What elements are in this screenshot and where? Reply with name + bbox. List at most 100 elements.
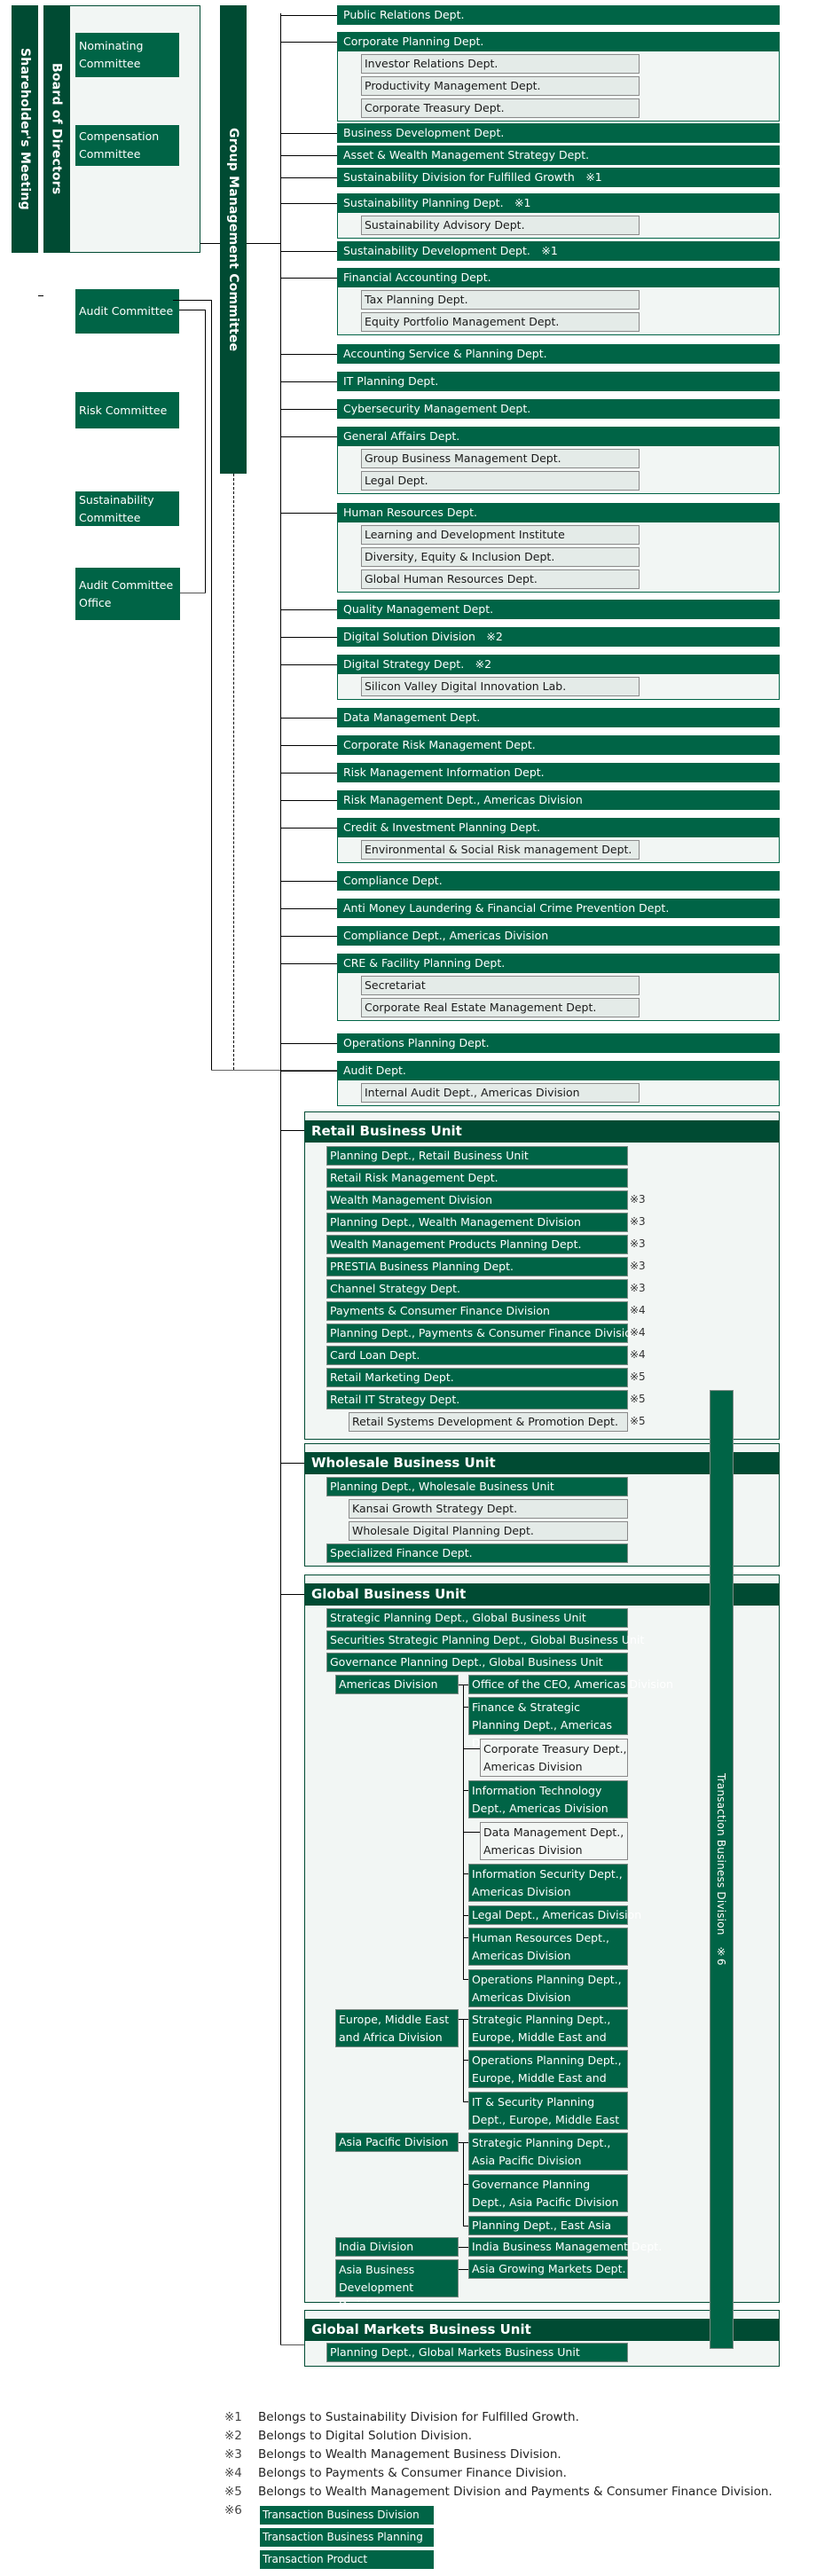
division-dept[interactable]: Legal Dept., Americas Division — [468, 1905, 641, 1925]
sub-dept[interactable]: Group Business Management Dept. — [361, 449, 640, 468]
sustainability-committee[interactable]: Sustainability Committee — [75, 491, 179, 526]
division-dept[interactable]: Governance Planning Dept., Asia Pacific … — [468, 2174, 628, 2212]
sub-dept[interactable]: Diversity, Equity & Inclusion Dept. — [361, 547, 640, 567]
sub-dept[interactable]: Internal Audit Dept., Americas Division — [361, 1083, 640, 1103]
dept-name[interactable]: Digital Solution Division ※2 — [337, 627, 780, 647]
transaction-business-division-bar[interactable]: Transaction Business Division ※6 — [710, 1390, 734, 2349]
unit-dept[interactable]: Card Loan Dept. — [326, 1346, 628, 1365]
unit-dept[interactable]: Securities Strategic Planning Dept., Glo… — [326, 1630, 644, 1650]
dept-name[interactable]: Sustainability Division for Fulfilled Gr… — [337, 168, 780, 187]
dept-name[interactable]: Risk Management Dept., Americas Division — [337, 790, 780, 810]
dept-name[interactable]: Quality Management Dept. — [337, 600, 780, 619]
dept-name[interactable]: Business Development Dept. — [337, 123, 780, 143]
unit-dept[interactable]: Planning Dept., Global Markets Business … — [326, 2343, 628, 2362]
dept-name[interactable]: Cybersecurity Management Dept. — [337, 399, 780, 419]
division-dept[interactable]: Information Technology Dept., Americas D… — [468, 1780, 628, 1818]
unit-dept[interactable]: Wealth Management Products Planning Dept… — [326, 1235, 628, 1254]
division-dept[interactable]: Information Security Dept., Americas Div… — [468, 1864, 628, 1902]
unit-dept[interactable]: Planning Dept., Payments & Consumer Fina… — [326, 1323, 639, 1343]
nominating-committee[interactable]: Nominating Committee — [75, 33, 179, 77]
sub-dept[interactable]: Silicon Valley Digital Innovation Lab. — [361, 677, 640, 696]
unit-dept[interactable]: Planning Dept., Retail Business Unit — [326, 1146, 628, 1166]
dept-name[interactable]: Operations Planning Dept. — [337, 1033, 780, 1053]
dept-name[interactable]: IT Planning Dept. — [337, 372, 780, 391]
transaction-dept-box[interactable]: Transaction Business Division — [260, 2506, 434, 2525]
dept-name[interactable]: Sustainability Planning Dept. ※1 — [337, 193, 780, 213]
dept-name[interactable]: Sustainability Development Dept. ※1 — [337, 241, 780, 261]
sub-dept[interactable]: Equity Portfolio Management Dept. — [361, 312, 640, 332]
unit-dept[interactable]: Strategic Planning Dept., Global Busines… — [326, 1608, 628, 1628]
unit-dept[interactable]: Retail Marketing Dept. — [326, 1368, 628, 1387]
division-dept[interactable]: IT & Security Planning Dept., Europe, Mi… — [468, 2092, 628, 2144]
sub-dept[interactable]: Kansai Growth Strategy Dept. — [349, 1499, 628, 1519]
dept-name[interactable]: Asset & Wealth Management Strategy Dept. — [337, 145, 780, 165]
division-box[interactable]: Europe, Middle East and Africa Division — [335, 2009, 459, 2047]
risk-committee[interactable]: Risk Committee — [75, 392, 179, 428]
dept-name[interactable]: General Affairs Dept. — [337, 427, 780, 446]
dept-name[interactable]: Accounting Service & Planning Dept. — [337, 344, 780, 364]
dept-name[interactable]: Human Resources Dept. — [337, 503, 780, 522]
sub-dept[interactable]: Corporate Real Estate Management Dept. — [361, 998, 640, 1017]
unit-dept[interactable]: Wealth Management Division — [326, 1190, 628, 1210]
division-dept[interactable]: Data Management Dept., Americas Division — [480, 1822, 628, 1860]
dept-item: General Affairs Dept. Group Business Mana… — [337, 427, 780, 494]
transaction-dept-box[interactable]: Transaction Product Development Dept. — [260, 2550, 434, 2576]
division-dept[interactable]: Corporate Treasury Dept., Americas Divis… — [480, 1739, 628, 1777]
transaction-dept-box[interactable]: Transaction Business Planning Dept. — [260, 2528, 434, 2562]
dept-name[interactable]: Risk Management Information Dept. — [337, 763, 780, 782]
compensation-committee[interactable]: Compensation Committee — [75, 125, 179, 166]
shareholders-meeting[interactable]: Shareholder's Meeting — [12, 5, 38, 253]
group-management-committee[interactable]: Group Management Committee — [220, 5, 247, 474]
division-dept[interactable]: Finance & Strategic Planning Dept., Amer… — [468, 1697, 628, 1749]
sub-dept[interactable]: Global Human Resources Dept. — [361, 569, 640, 589]
unit-dept[interactable]: PRESTIA Business Planning Dept. — [326, 1257, 628, 1276]
division-dept[interactable]: Strategic Planning Dept., Europe, Middle… — [468, 2009, 628, 2062]
unit-dept[interactable]: Payments & Consumer Finance Division — [326, 1301, 628, 1321]
dept-name[interactable]: Financial Accounting Dept. — [337, 268, 780, 287]
division-box[interactable]: Asia Business Development Division — [335, 2259, 459, 2312]
sub-dept[interactable]: Secretariat — [361, 976, 640, 995]
audit-committee[interactable]: Audit Committee — [75, 289, 179, 334]
dept-name[interactable]: Data Management Dept. — [337, 708, 780, 727]
dept-name[interactable]: Anti Money Laundering & Financial Crime … — [337, 899, 780, 918]
sub-dept[interactable]: Sustainability Advisory Dept. — [361, 216, 640, 235]
dept-name[interactable]: CRE & Facility Planning Dept. — [337, 954, 780, 973]
division-box[interactable]: India Division — [335, 2237, 459, 2257]
unit-dept[interactable]: Channel Strategy Dept. — [326, 1279, 628, 1299]
board-of-directors[interactable]: Board of Directors — [43, 5, 69, 253]
sub-dept[interactable]: Corporate Treasury Dept. — [361, 98, 640, 118]
unit-dept[interactable]: Planning Dept., Wealth Management Divisi… — [326, 1213, 628, 1232]
unit-dept[interactable]: Retail IT Strategy Dept. — [326, 1390, 628, 1410]
division-dept[interactable]: Strategic Planning Dept., Asia Pacific D… — [468, 2132, 628, 2171]
sub-dept[interactable]: Wholesale Digital Planning Dept. — [349, 1521, 628, 1541]
division-dept[interactable]: Planning Dept., East Asia — [468, 2216, 628, 2235]
dept-name[interactable]: Compliance Dept. — [337, 871, 780, 891]
sub-dept[interactable]: Productivity Management Dept. — [361, 76, 640, 96]
dept-name[interactable]: Public Relations Dept. — [337, 5, 780, 25]
division-dept[interactable]: India Business Management Dept. — [468, 2237, 662, 2257]
sub-dept[interactable]: Retail Systems Development & Promotion D… — [349, 1412, 628, 1432]
audit-committee-office[interactable]: Audit Committee Office — [75, 568, 180, 620]
sub-dept[interactable]: Investor Relations Dept. — [361, 54, 640, 74]
sub-dept[interactable]: Legal Dept. — [361, 471, 640, 491]
dept-name[interactable]: Audit Dept. — [337, 1061, 780, 1080]
division-box[interactable]: Americas Division — [335, 1675, 459, 1694]
division-dept[interactable]: Asia Growing Markets Dept. — [468, 2259, 628, 2279]
sub-dept[interactable]: Learning and Development Institute — [361, 525, 640, 545]
unit-dept[interactable]: Governance Planning Dept., Global Busine… — [326, 1653, 628, 1672]
unit-dept[interactable]: Planning Dept., Wholesale Business Unit — [326, 1477, 628, 1496]
division-dept[interactable]: Operations Planning Dept., Europe, Middl… — [468, 2050, 628, 2102]
dept-name[interactable]: Corporate Planning Dept. — [337, 32, 780, 51]
division-dept[interactable]: Human Resources Dept., Americas Division — [468, 1928, 628, 1966]
unit-dept[interactable]: Retail Risk Management Dept. — [326, 1168, 628, 1188]
sub-dept[interactable]: Environmental & Social Risk management D… — [361, 840, 640, 860]
dept-name[interactable]: Credit & Investment Planning Dept. — [337, 818, 780, 837]
unit-dept[interactable]: Specialized Finance Dept. — [326, 1543, 628, 1563]
dept-name[interactable]: Digital Strategy Dept. ※2 — [337, 655, 780, 674]
dept-name[interactable]: Compliance Dept., Americas Division — [337, 926, 780, 946]
division-box[interactable]: Asia Pacific Division — [335, 2132, 459, 2152]
sub-dept[interactable]: Tax Planning Dept. — [361, 290, 640, 310]
dept-name[interactable]: Corporate Risk Management Dept. — [337, 735, 780, 755]
division-dept[interactable]: Office of the CEO, Americas Division — [468, 1675, 673, 1694]
division-dept[interactable]: Operations Planning Dept., Americas Divi… — [468, 1969, 628, 2007]
